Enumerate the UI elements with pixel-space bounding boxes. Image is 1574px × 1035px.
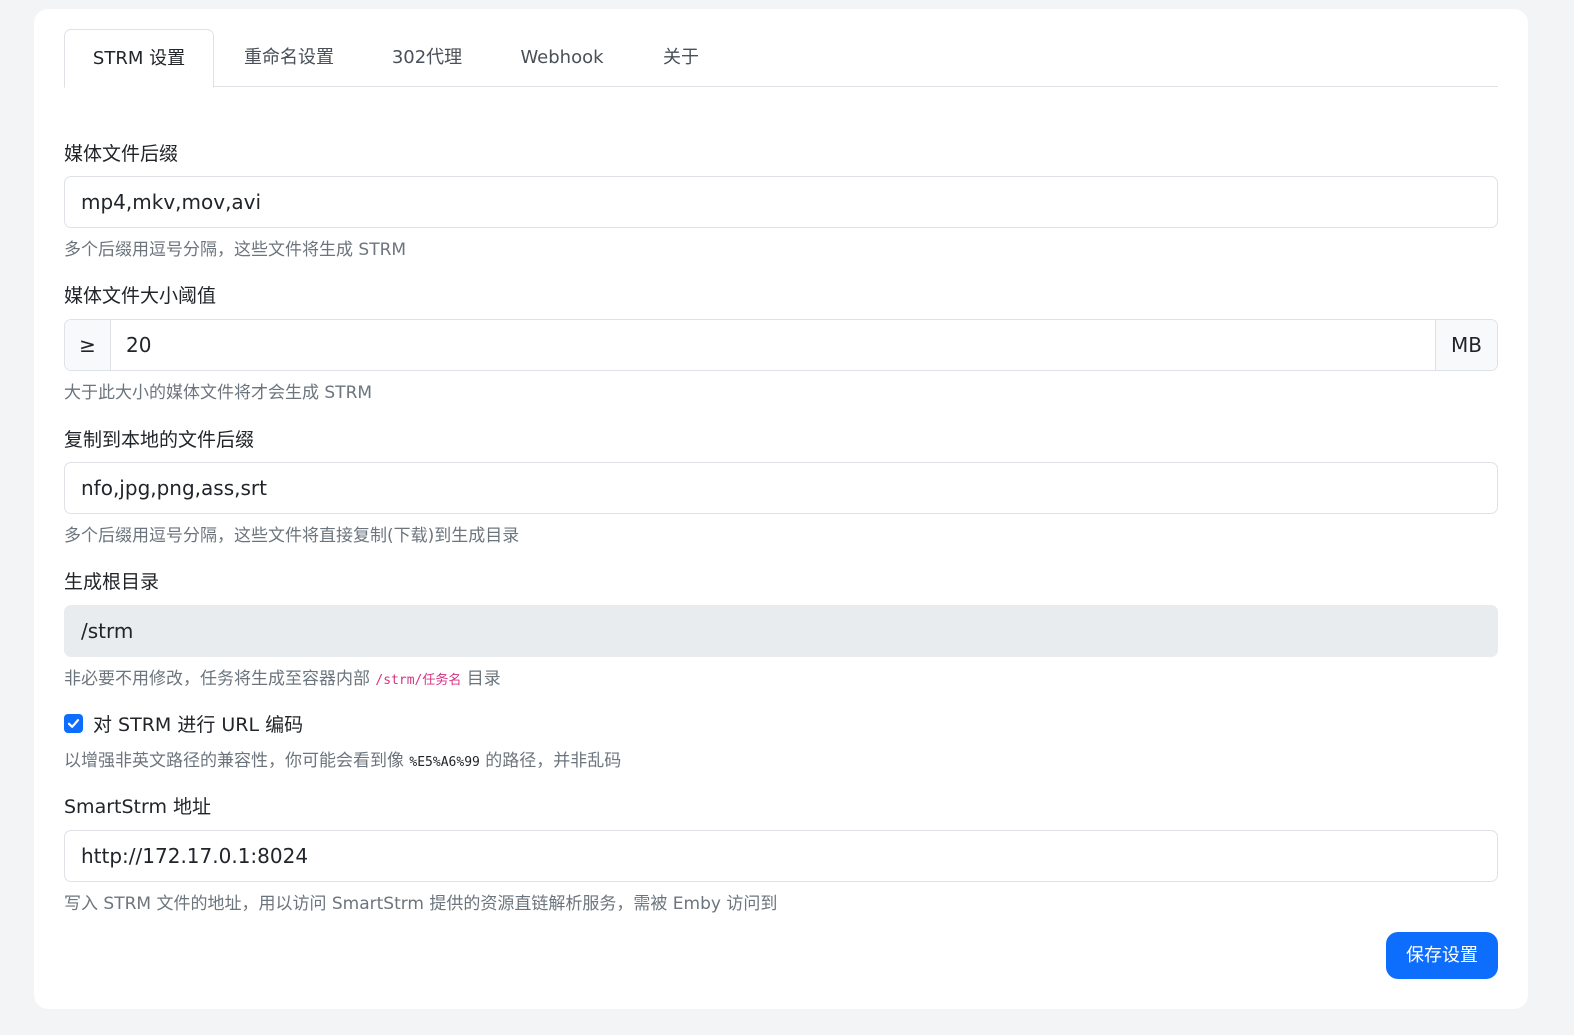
root-dir-help-text: 非必要不用修改，任务将生成至容器内部 xyxy=(64,669,370,689)
root-dir-input: /strm xyxy=(64,605,1498,657)
root-dir-label: 生成根目录 xyxy=(64,571,160,593)
size-threshold-group: ≥ 20 MB xyxy=(64,319,1498,371)
copy-ext-help: 多个后缀用逗号分隔，这些文件将直接复制(下载)到生成目录 xyxy=(64,526,520,546)
media-ext-input[interactable]: mp4,mkv,mov,avi xyxy=(64,176,1498,228)
tab-about[interactable]: 关于 xyxy=(649,29,713,87)
smartstrm-label: SmartStrm 地址 xyxy=(64,796,212,818)
tab-webhook[interactable]: Webhook xyxy=(504,29,620,87)
tab-rename-settings[interactable]: 重命名设置 xyxy=(229,29,349,87)
save-button[interactable]: 保存设置 xyxy=(1386,932,1498,979)
copy-ext-label: 复制到本地的文件后缀 xyxy=(64,429,255,451)
size-threshold-label: 媒体文件大小阈值 xyxy=(64,285,217,307)
url-encode-help: 以增强非英文路径的兼容性，你可能会看到像 %E5%A6%99 的路径，并非乱码 xyxy=(64,746,621,771)
size-threshold-input[interactable]: 20 xyxy=(111,320,1437,370)
url-encode-checkbox[interactable] xyxy=(64,713,83,733)
media-ext-help: 多个后缀用逗号分隔，这些文件将生成 STRM xyxy=(64,240,407,260)
settings-tabs: STRM 设置 重命名设置 302代理 Webhook 关于 xyxy=(64,29,1498,88)
url-encode-help-text: 以增强非英文路径的兼容性，你可能会看到像 xyxy=(64,751,404,771)
url-encode-row: 对 STRM 进行 URL 编码 xyxy=(64,709,303,737)
root-dir-help: 非必要不用修改，任务将生成至容器内部 /strm/任务名 目录 xyxy=(64,664,501,689)
smartstrm-help: 写入 STRM 文件的地址，用以访问 SmartStrm 提供的资源直链解析服务… xyxy=(64,894,778,914)
tab-302-proxy[interactable]: 302代理 xyxy=(374,29,480,87)
copy-ext-input[interactable]: nfo,jpg,png,ass,srt xyxy=(64,462,1498,514)
settings-card: STRM 设置 重命名设置 302代理 Webhook 关于 媒体文件后缀 mp… xyxy=(34,9,1528,1009)
url-encode-label[interactable]: 对 STRM 进行 URL 编码 xyxy=(93,710,303,737)
size-threshold-help: 大于此大小的媒体文件将才会生成 STRM xyxy=(64,383,373,403)
url-encode-help-suffix: 的路径，并非乱码 xyxy=(485,751,622,771)
smartstrm-input[interactable]: http://172.17.0.1:8024 xyxy=(64,830,1498,882)
root-dir-help-code: /strm/任务名 xyxy=(375,673,462,688)
size-threshold-unit: MB xyxy=(1435,320,1497,370)
check-icon xyxy=(67,718,80,728)
url-encode-help-code: %E5%A6%99 xyxy=(409,755,480,770)
media-ext-label: 媒体文件后缀 xyxy=(64,143,179,165)
size-threshold-prefix: ≥ xyxy=(65,320,111,370)
tab-strm-settings[interactable]: STRM 设置 xyxy=(64,29,214,88)
root-dir-help-suffix: 目录 xyxy=(466,669,501,689)
